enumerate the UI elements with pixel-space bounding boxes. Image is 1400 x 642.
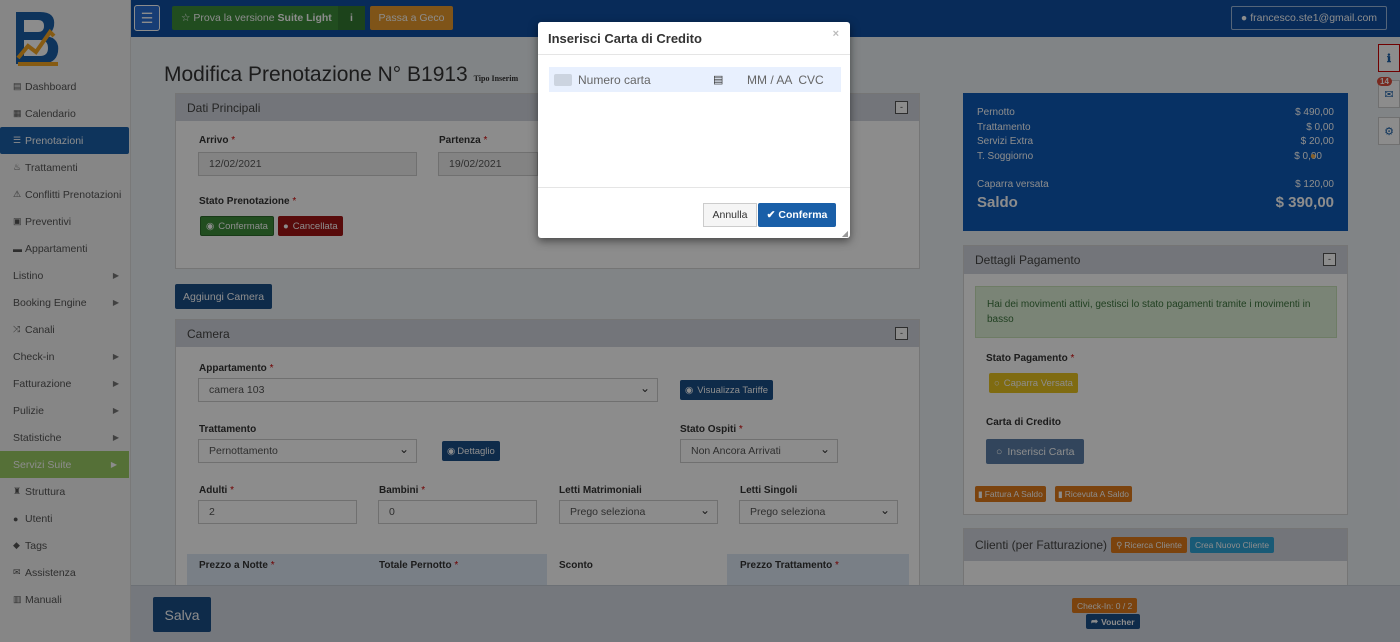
- resize-handle-icon[interactable]: ◢: [842, 229, 848, 238]
- check-icon: ✔: [766, 209, 776, 221]
- credit-card-modal: Inserisci Carta di Credito × Numero cart…: [538, 22, 850, 238]
- modal-title: Inserisci Carta di Credito: [548, 31, 702, 46]
- close-icon[interactable]: ×: [833, 28, 839, 40]
- card-number-input[interactable]: Numero carta: [578, 73, 713, 87]
- cvc-input[interactable]: CVC: [798, 73, 823, 87]
- id-card-icon: ▤: [713, 74, 724, 86]
- credit-card-icon: [554, 73, 572, 86]
- conferma-button[interactable]: ✔ Conferma: [758, 203, 836, 227]
- expiry-input[interactable]: MM / AA: [747, 73, 792, 87]
- annulla-button[interactable]: Annulla: [703, 203, 757, 227]
- card-input-field[interactable]: Numero carta ▤ MM / AA CVC: [549, 67, 841, 92]
